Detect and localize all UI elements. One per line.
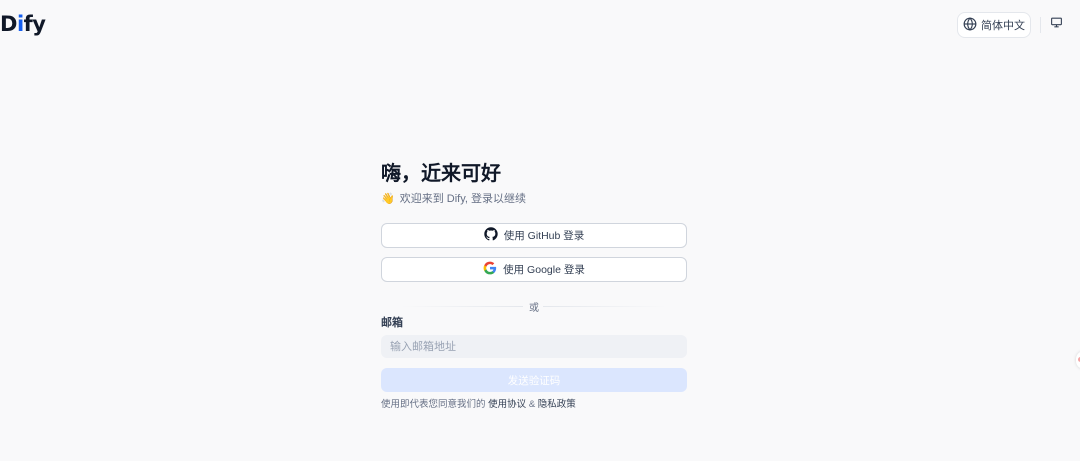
floating-side-tab[interactable]: [1076, 351, 1080, 369]
subtitle-text: 欢迎来到 Dify, 登录以继续: [399, 193, 526, 205]
terms-prefix: 使用即代表您同意我们的: [381, 399, 486, 410]
google-login-button[interactable]: 使用 Google 登录: [381, 257, 687, 282]
github-login-button[interactable]: 使用 GitHub 登录: [381, 223, 687, 248]
divider-line-right: [543, 306, 667, 307]
divider-line-left: [401, 306, 525, 307]
or-text: 或: [523, 298, 545, 314]
or-divider: 或: [381, 298, 687, 314]
logo-prefix: D: [0, 12, 17, 36]
privacy-policy-link[interactable]: 隐私政策: [538, 399, 576, 410]
terms-of-use-link[interactable]: 使用协议: [488, 399, 526, 410]
page-subtitle: 👋 欢迎来到 Dify, 登录以继续: [381, 191, 687, 207]
page-title: 嗨，近来可好: [381, 163, 501, 185]
theme-toggle-button[interactable]: [1048, 17, 1064, 33]
logo-accent: i: [16, 12, 24, 36]
terms-notice: 使用即代表您同意我们的 使用协议 & 隐私政策: [381, 398, 687, 412]
github-icon: [484, 227, 498, 244]
header-divider: [1040, 17, 1041, 33]
globe-icon: [963, 16, 977, 34]
github-login-label: 使用 GitHub 登录: [503, 230, 585, 242]
google-login-label: 使用 Google 登录: [503, 264, 585, 276]
login-page: Dify 简体中文 嗨，近来可好 👋 欢迎来到 Dify, 登录以继续 使用 G…: [0, 0, 1080, 461]
send-code-button[interactable]: 发送验证码: [381, 368, 687, 392]
language-label: 简体中文: [981, 20, 1025, 32]
logo-suffix: fy: [23, 12, 46, 36]
monitor-icon: [1050, 16, 1063, 34]
language-selector[interactable]: 简体中文: [957, 12, 1031, 38]
dify-logo[interactable]: Dify: [0, 10, 46, 38]
email-label: 邮箱: [381, 317, 403, 329]
google-icon: [483, 261, 497, 278]
wave-emoji: 👋: [381, 193, 395, 205]
login-form: 嗨，近来可好 👋 欢迎来到 Dify, 登录以继续 使用 GitHub 登录 使…: [381, 160, 687, 412]
email-field[interactable]: [381, 335, 687, 358]
terms-and: &: [528, 399, 536, 410]
